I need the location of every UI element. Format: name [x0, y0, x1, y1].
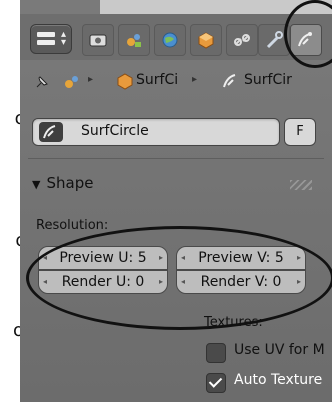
wrench-icon [266, 31, 283, 49]
panel-drag-handle[interactable] [290, 180, 312, 190]
path-separator: ▸ [88, 74, 94, 85]
pin-icon[interactable] [32, 74, 50, 92]
auto-texture-checkbox[interactable] [206, 373, 226, 393]
divider [28, 158, 324, 159]
render-tab[interactable] [82, 24, 114, 56]
datablock-name[interactable]: SurfCircle [81, 123, 149, 139]
textures-label: Textures: [204, 315, 263, 330]
path-data-name: SurfCir [244, 72, 292, 88]
shape-panel-header[interactable]: ▼ Shape [32, 174, 93, 192]
use-uv-label[interactable]: Use UV for M [234, 342, 325, 358]
world-tab[interactable] [154, 24, 186, 56]
scene-tab[interactable] [118, 24, 150, 56]
fake-user-button[interactable]: F [284, 118, 316, 146]
scene-icon [127, 34, 141, 47]
object-small-icon [117, 73, 133, 90]
collapse-triangle-icon: ▼ [32, 178, 41, 191]
resolution-label: Resolution: [36, 218, 109, 233]
world-icon [162, 32, 178, 48]
scene-small-icon [65, 76, 78, 88]
datablock-name-field[interactable]: SurfCircle [32, 118, 280, 146]
shape-title: Shape [46, 174, 94, 192]
constraints-tab[interactable] [226, 24, 258, 56]
object-tab[interactable] [190, 24, 222, 56]
camera-icon [89, 34, 107, 47]
annotation-ellipse [26, 226, 332, 330]
object-icon [198, 32, 214, 49]
updown-arrows-icon: ▴ ▾ [60, 29, 66, 48]
editor-type-button[interactable]: ▴ ▾ [30, 24, 72, 54]
context-path: ▸ SurfCi ▸ SurfCir [20, 62, 332, 102]
auto-texture-label[interactable]: Auto Texture [234, 372, 322, 388]
constraints-icon [234, 34, 250, 46]
curve-data-icon[interactable] [39, 122, 63, 142]
properties-panel: ▴ ▾ ▸ SurfCi ▸ SurfCir SurfCircle F ▼ Sh… [20, 0, 332, 402]
use-uv-checkbox[interactable] [206, 343, 226, 363]
editor-grid-icon [37, 32, 55, 46]
path-separator: ▸ [192, 74, 198, 85]
path-object-name: SurfCi [136, 72, 179, 88]
curve-small-icon [223, 74, 236, 88]
